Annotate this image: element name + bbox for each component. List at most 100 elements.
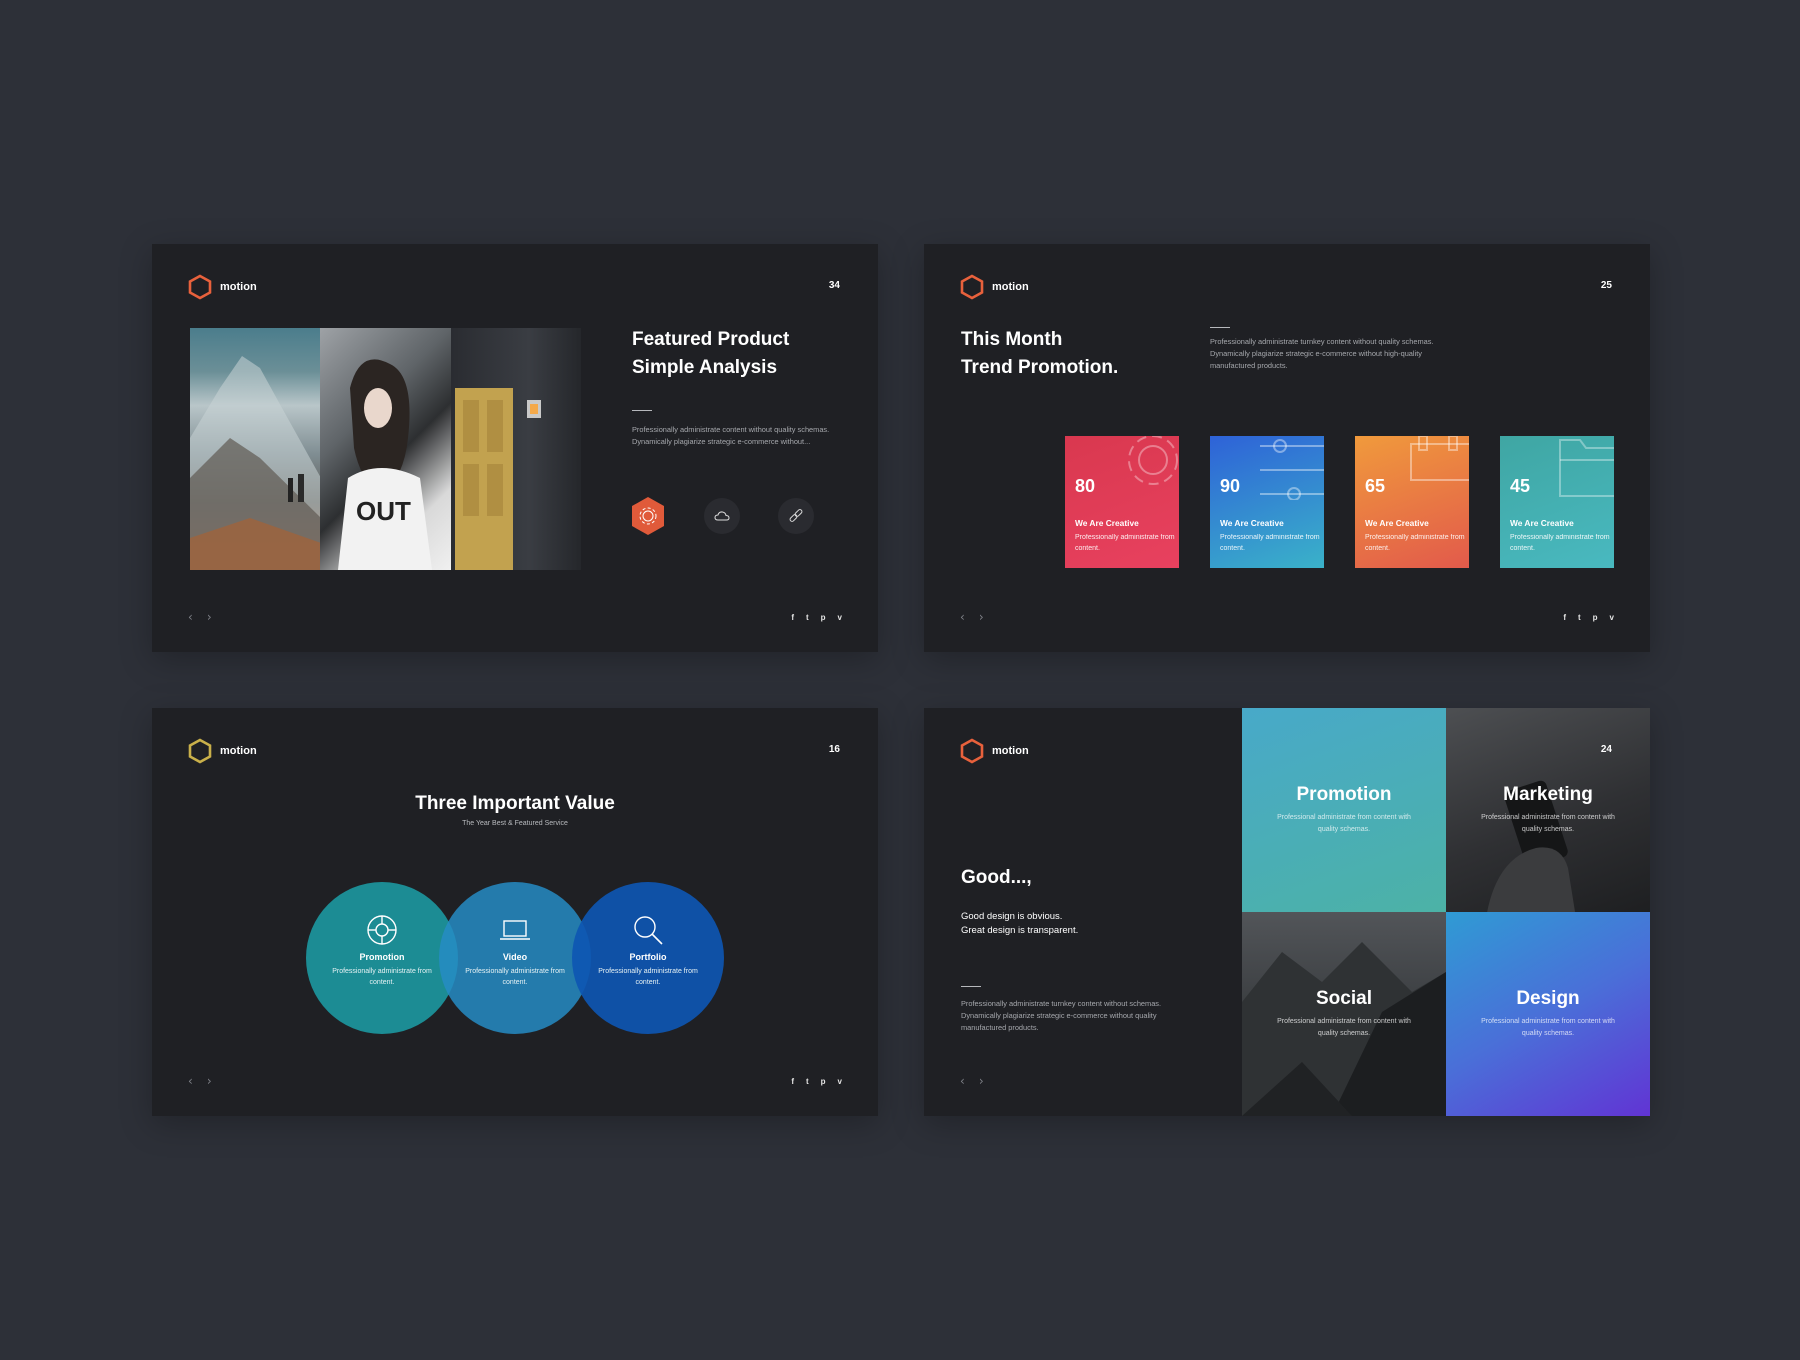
brand-name: motion <box>220 745 257 757</box>
value-description: Professionally administrate from content… <box>598 968 698 987</box>
value-title: Promotion <box>359 952 405 962</box>
stat-value: 45 <box>1510 476 1531 496</box>
vimeo-icon[interactable]: v <box>1610 613 1614 622</box>
hexagon-logo-icon <box>188 274 212 300</box>
slide-title: Featured Product Simple Analysis <box>632 326 789 381</box>
brand-logo[interactable]: motion <box>188 274 257 300</box>
next-arrow-icon[interactable]: › <box>979 610 984 624</box>
prev-arrow-icon[interactable]: ‹ <box>960 610 965 624</box>
slide-description: Professionally administrate content with… <box>632 425 830 447</box>
cloud-button[interactable] <box>704 498 740 534</box>
stat-title: We Are Creative <box>1510 518 1574 528</box>
pinterest-icon[interactable]: p <box>1593 613 1598 622</box>
slide-lead: Good design is obvious. Great design is … <box>961 910 1078 938</box>
slide-good-design: motion 24 Good..., Good design is obviou… <box>924 708 1650 1116</box>
hexagon-logo-icon <box>960 738 984 764</box>
value-description: Professionally administrate from content… <box>332 968 432 987</box>
prev-arrow-icon[interactable]: ‹ <box>188 610 193 624</box>
slide-subtitle: The Year Best & Featured Service <box>462 820 568 827</box>
stat-value: 90 <box>1220 476 1241 496</box>
link-button[interactable] <box>778 498 814 534</box>
stat-value: 80 <box>1075 476 1096 496</box>
page-number: 34 <box>828 280 840 291</box>
stat-description: Professionally administrate from content… <box>1365 534 1465 553</box>
title-line-2: Simple Analysis <box>632 356 778 378</box>
stat-title: We Are Creative <box>1075 518 1139 528</box>
brand-name: motion <box>992 745 1029 757</box>
settings-button[interactable] <box>630 496 666 536</box>
pinterest-icon[interactable]: p <box>821 613 826 622</box>
brand-logo[interactable]: motion <box>188 738 257 764</box>
woman-photo: OUT <box>320 328 451 570</box>
brand-logo[interactable]: motion <box>960 274 1029 300</box>
value-circle-promotion[interactable]: Promotion Professionally administrate fr… <box>306 882 458 1034</box>
tile-marketing[interactable]: Marketing Professional administrate from… <box>1446 708 1650 912</box>
twitter-icon[interactable]: t <box>806 613 809 622</box>
value-circle-portfolio[interactable]: Portfolio Professionally administrate fr… <box>572 882 724 1034</box>
prev-arrow-icon[interactable]: ‹ <box>960 1074 965 1088</box>
social-links: f t p v <box>1563 613 1614 622</box>
prev-arrow-icon[interactable]: ‹ <box>188 1074 193 1088</box>
tile-promotion[interactable]: Promotion Professional administrate from… <box>1242 708 1446 912</box>
next-arrow-icon[interactable]: › <box>207 1074 212 1088</box>
stat-card[interactable]: 90 We Are Creative Professionally admini… <box>1210 436 1324 568</box>
facebook-icon[interactable]: f <box>1563 613 1566 622</box>
tile-description: Professional administrate from content w… <box>1277 1018 1411 1037</box>
stat-card[interactable]: 45 We Are Creative Professionally admini… <box>1500 436 1614 568</box>
mountain-car-photo <box>1242 942 1446 1116</box>
value-title: Portfolio <box>629 952 667 962</box>
sliders-icon <box>1260 439 1324 500</box>
slide-nav: ‹ › <box>188 610 212 624</box>
search-icon <box>634 916 663 945</box>
brand-logo[interactable]: motion <box>960 738 1029 764</box>
slide-trend-promotion: motion 25 This Month Trend Promotion. Pr… <box>924 244 1650 652</box>
link-icon <box>789 509 803 522</box>
tile-title: Promotion <box>1296 784 1392 805</box>
lead-line-2: Great design is transparent. <box>961 924 1079 936</box>
pinterest-icon[interactable]: p <box>821 1077 826 1086</box>
slide-title: Good..., <box>961 867 1032 888</box>
lifebuoy-icon <box>367 915 397 945</box>
svg-text:OUT: OUT <box>356 496 411 526</box>
tile-description: Professional administrate from content w… <box>1277 814 1411 833</box>
tile-design[interactable]: Design Professional administrate from co… <box>1446 912 1650 1116</box>
mountain-photo <box>190 328 321 570</box>
social-links: f t p v <box>791 613 842 622</box>
tile-description: Professional administrate from content w… <box>1481 814 1615 833</box>
stat-card[interactable]: 65 We Are Creative Professionally admini… <box>1355 436 1469 568</box>
calendar-icon <box>1410 436 1469 481</box>
title-line-1: Featured Product <box>632 329 790 350</box>
laptop-icon <box>500 920 530 940</box>
twitter-icon[interactable]: t <box>1578 613 1581 622</box>
stat-title: We Are Creative <box>1365 518 1429 528</box>
twitter-icon[interactable]: t <box>806 1077 809 1086</box>
next-arrow-icon[interactable]: › <box>979 1074 984 1088</box>
tile-title: Marketing <box>1503 784 1593 805</box>
lead-line-1: Good design is obvious. <box>961 911 1063 922</box>
cloud-icon <box>714 511 730 521</box>
stat-title: We Are Creative <box>1220 518 1284 528</box>
folder-icon <box>1559 439 1614 497</box>
tile-title: Design <box>1516 988 1580 1009</box>
divider <box>1210 327 1230 328</box>
stat-value: 65 <box>1365 476 1386 496</box>
facebook-icon[interactable]: f <box>791 613 794 622</box>
tile-social[interactable]: Social Professional administrate from co… <box>1242 912 1446 1116</box>
page-number: 25 <box>1600 280 1612 291</box>
facebook-icon[interactable]: f <box>791 1077 794 1086</box>
page-number: 24 <box>1600 744 1612 755</box>
social-links: f t p v <box>791 1077 842 1086</box>
title-line-1: This Month <box>961 329 1063 350</box>
value-circle-video[interactable]: Video Professionally administrate from c… <box>439 882 591 1034</box>
stat-description: Professionally administrate from content… <box>1075 534 1175 553</box>
vimeo-icon[interactable]: v <box>838 613 842 622</box>
photo-collage: OUT <box>190 328 581 570</box>
vimeo-icon[interactable]: v <box>838 1077 842 1086</box>
next-arrow-icon[interactable]: › <box>207 610 212 624</box>
stat-card[interactable]: 80 We Are Creative Professionally admini… <box>1065 436 1179 568</box>
stat-description: Professionally administrate from content… <box>1510 534 1610 553</box>
slide-nav: ‹ › <box>188 1074 212 1088</box>
settings-icon <box>632 497 664 535</box>
brand-name: motion <box>992 281 1029 293</box>
value-description: Professionally administrate from content… <box>465 968 565 987</box>
